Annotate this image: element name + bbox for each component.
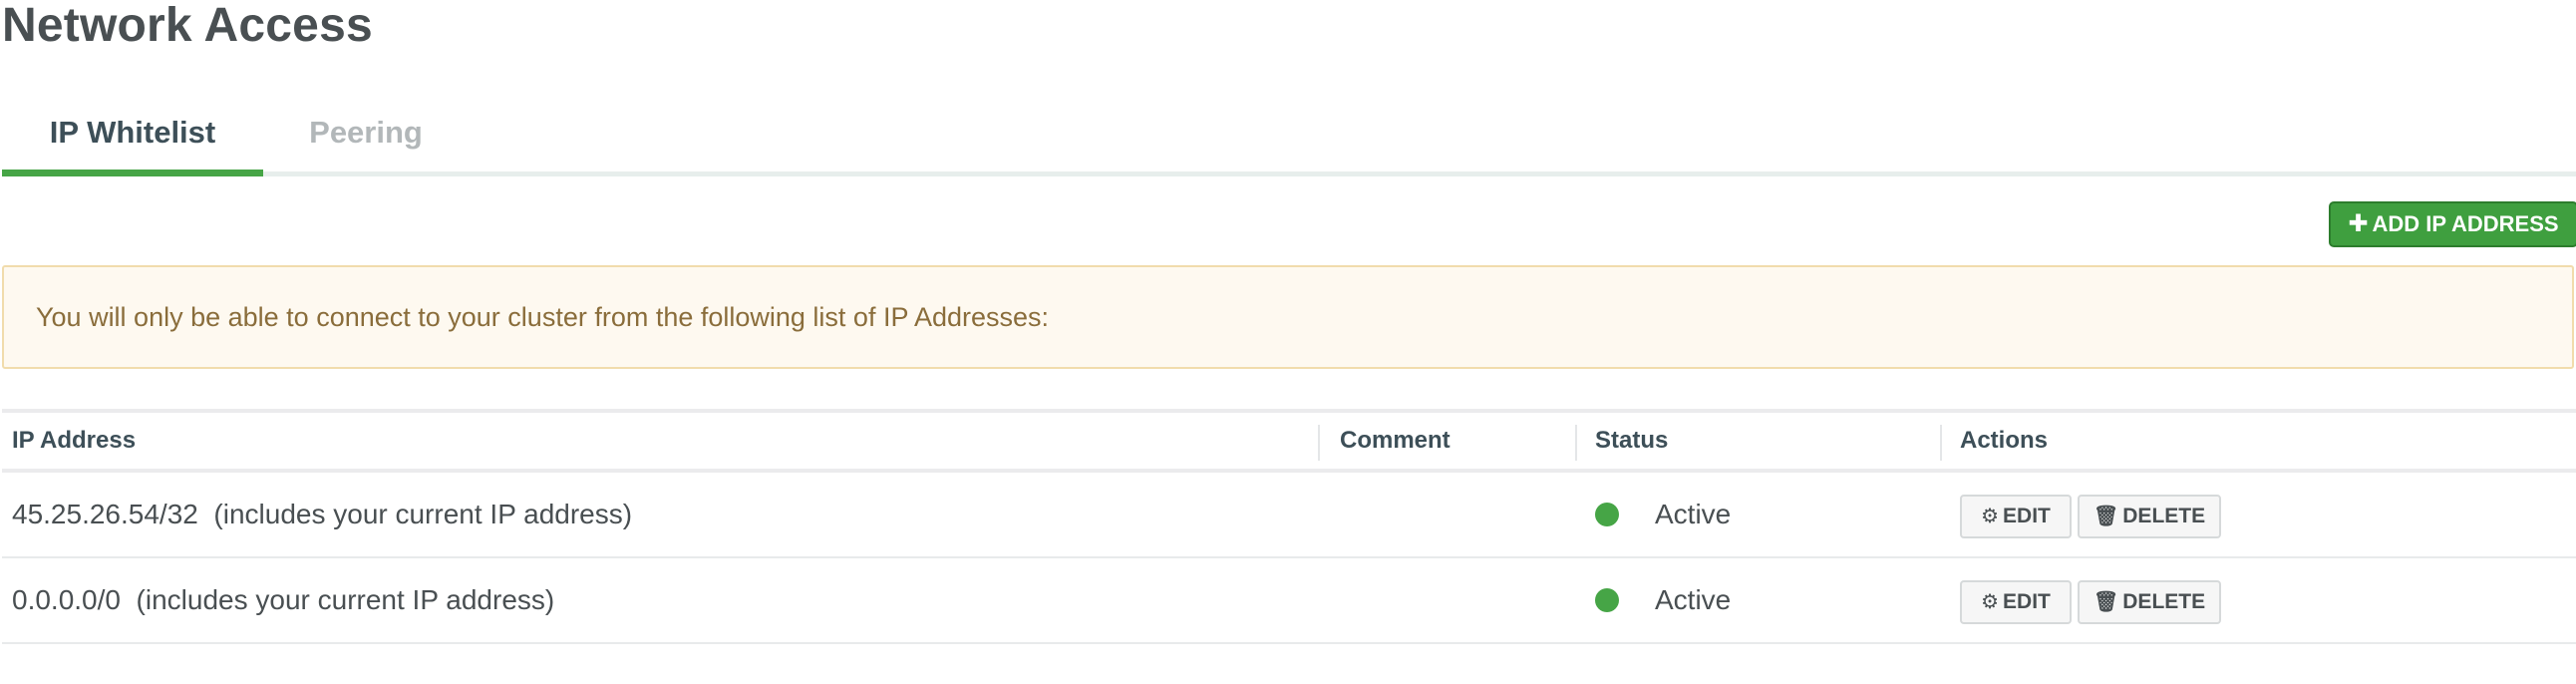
ip-address: 45.25.26.54/32 — [12, 499, 198, 529]
status-text: Active — [1655, 584, 1732, 615]
header-comment: Comment — [1340, 427, 1450, 454]
tab-ip-whitelist[interactable]: IP Whitelist — [2, 100, 263, 176]
tab-bar: IP Whitelist Peering — [2, 100, 2576, 176]
header-actions: Actions — [1960, 427, 2049, 454]
edit-button[interactable]: ⚙ EDIT — [1960, 495, 2072, 538]
delete-label: DELETE — [2122, 505, 2206, 527]
column-divider — [1575, 425, 1577, 461]
status-text: Active — [1655, 499, 1732, 529]
status-active-icon — [1595, 503, 1619, 526]
table-row: 0.0.0.0/0 (includes your current IP addr… — [2, 558, 2576, 644]
ip-address-cell: 0.0.0.0/0 (includes your current IP addr… — [12, 558, 554, 642]
whitelist-notice: You will only be able to connect to your… — [2, 265, 2574, 369]
ip-note: (includes your current IP address) — [136, 584, 555, 615]
status-active-icon — [1595, 588, 1619, 612]
column-divider — [1318, 425, 1320, 461]
ip-whitelist-table: IP Address Comment Status Actions 45.25.… — [2, 409, 2576, 644]
ip-address-cell: 45.25.26.54/32 (includes your current IP… — [12, 473, 632, 556]
ip-note: (includes your current IP address) — [213, 499, 633, 529]
header-status: Status — [1595, 427, 1669, 454]
table-header: IP Address Comment Status Actions — [2, 409, 2576, 473]
gear-icon: ⚙ — [1981, 591, 2000, 613]
network-access-page: Network Access IP Whitelist Peering ✚ ADD… — [0, 0, 2576, 684]
edit-button[interactable]: ⚙ EDIT — [1960, 580, 2072, 624]
delete-button[interactable]: 🗑 DELETE — [2078, 580, 2221, 624]
add-ip-address-label: ADD IP ADDRESS — [2372, 211, 2559, 236]
edit-label: EDIT — [2003, 505, 2051, 527]
table-row: 45.25.26.54/32 (includes your current IP… — [2, 473, 2576, 558]
tab-peering[interactable]: Peering — [263, 100, 469, 171]
page-title: Network Access — [2, 0, 373, 52]
delete-label: DELETE — [2122, 590, 2206, 613]
column-divider — [1940, 425, 1942, 461]
notice-text: You will only be able to connect to your… — [36, 302, 1050, 332]
delete-button[interactable]: 🗑 DELETE — [2078, 495, 2221, 538]
edit-label: EDIT — [2003, 590, 2051, 613]
header-ip-address: IP Address — [12, 427, 137, 454]
ip-address: 0.0.0.0/0 — [12, 584, 121, 615]
plus-icon: ✚ — [2348, 210, 2369, 237]
trash-icon: 🗑 — [2093, 591, 2119, 613]
gear-icon: ⚙ — [1981, 506, 2000, 527]
trash-icon: 🗑 — [2093, 506, 2119, 527]
add-ip-address-button[interactable]: ✚ ADD IP ADDRESS — [2329, 201, 2576, 247]
